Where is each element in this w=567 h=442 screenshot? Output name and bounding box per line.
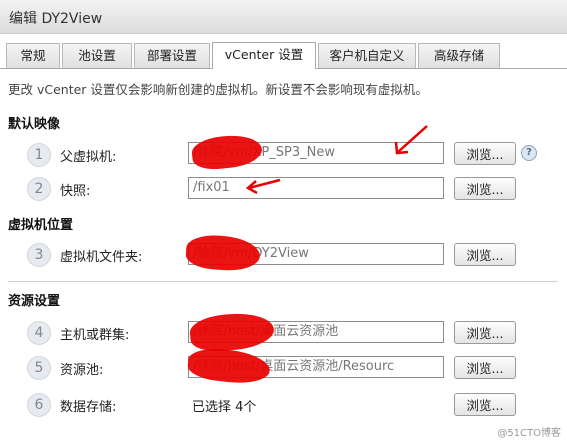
tab-advanced-storage[interactable]: 高级存储 [418, 43, 500, 68]
host-cluster-label: 主机或群集: [60, 328, 130, 343]
tab-general[interactable]: 常规 [6, 43, 60, 68]
parent-vm-browse-button[interactable]: 浏览... [454, 142, 516, 165]
snapshot-field[interactable]: /fix01 [188, 177, 444, 199]
step-badge-6: 6 [27, 393, 51, 417]
resource-pool-label: 资源池: [60, 363, 104, 378]
datastore-browse-button[interactable]: 浏览... [454, 393, 516, 416]
parent-vm-label: 父虚拟机: [60, 150, 117, 165]
annotation-arrow-icon [245, 178, 281, 194]
section-title-resources: 资源设置 [8, 294, 61, 309]
vm-folder-label: 虚拟机文件夹: [60, 250, 143, 265]
redaction-scribble [188, 310, 276, 354]
datastore-label: 数据存储: [60, 400, 117, 415]
annotation-arrow-icon [394, 125, 428, 155]
resource-pool-browse-button[interactable]: 浏览... [454, 356, 516, 379]
window-title: 编辑 DY2View [9, 11, 103, 27]
tab-pool-settings[interactable]: 池设置 [62, 43, 132, 68]
snapshot-browse-button[interactable]: 浏览... [454, 177, 516, 200]
step-badge-3: 3 [27, 243, 51, 267]
tab-deploy-settings[interactable]: 部署设置 [134, 43, 210, 68]
notice-text: 更改 vCenter 设置仅会影响新创建的虚拟机。新设置不会影响现有虚拟机。 [8, 82, 428, 97]
redaction-scribble [190, 132, 264, 172]
tab-vcenter-settings[interactable]: vCenter 设置 [212, 42, 316, 69]
host-cluster-browse-button[interactable]: 浏览... [454, 321, 516, 344]
step-badge-2: 2 [27, 177, 51, 201]
redaction-scribble [184, 233, 262, 273]
section-divider [8, 281, 558, 282]
section-title-vm-location: 虚拟机位置 [8, 218, 74, 233]
step-badge-1: 1 [27, 143, 51, 167]
datastore-value: 已选择 4个 [192, 400, 257, 415]
section-title-default-image: 默认映像 [8, 117, 61, 132]
tab-strip: 常规 池设置 部署设置 vCenter 设置 客户机自定义 高级存储 [0, 42, 567, 69]
step-badge-4: 4 [27, 321, 51, 345]
step-badge-5: 5 [27, 356, 51, 380]
title-bar: 编辑 DY2View [0, 0, 567, 34]
redaction-scribble [186, 345, 272, 387]
help-icon[interactable]: ? [521, 145, 537, 161]
tab-guest-customization[interactable]: 客户机自定义 [318, 43, 416, 68]
snapshot-label: 快照: [60, 184, 91, 199]
vm-folder-browse-button[interactable]: 浏览... [454, 243, 516, 266]
watermark: @51CTO博客 [497, 428, 561, 439]
